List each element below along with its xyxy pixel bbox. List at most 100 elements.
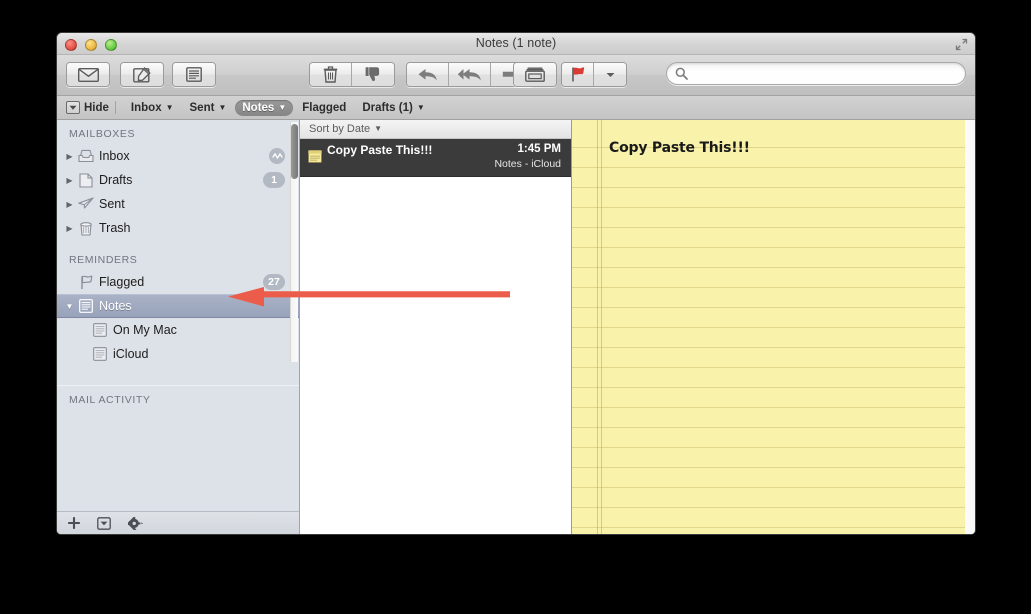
sent-plane-icon bbox=[76, 197, 96, 211]
chevron-down-icon: ▼ bbox=[218, 102, 227, 112]
note-lines-icon bbox=[90, 323, 110, 337]
fav-label-sent: Sent bbox=[189, 101, 215, 114]
delete-junk-group bbox=[309, 62, 395, 87]
sidebar-badge-flagged: 27 bbox=[263, 274, 285, 290]
yellow-note-icon bbox=[308, 150, 322, 163]
reply-all-button[interactable] bbox=[449, 63, 491, 86]
disclosure-triangle-icon[interactable]: ▶ bbox=[63, 152, 76, 161]
scrollbar-thumb[interactable] bbox=[291, 124, 298, 179]
junk-button[interactable] bbox=[352, 63, 394, 86]
toolbar bbox=[57, 55, 975, 96]
fav-item-notes[interactable]: Notes ▼ bbox=[235, 99, 294, 116]
search-field[interactable] bbox=[666, 62, 966, 85]
disclosure-triangle-icon[interactable]: ▶ bbox=[63, 224, 76, 233]
fullscreen-icon[interactable] bbox=[955, 38, 968, 51]
chevron-down-icon: ▼ bbox=[416, 102, 425, 112]
sidebar: MAILBOXES ▶ Inbox ▶ Drafts 1 ▶ Sent ▶ Tr… bbox=[57, 120, 300, 534]
delete-button[interactable] bbox=[310, 63, 352, 86]
sidebar-scroll-area: MAILBOXES ▶ Inbox ▶ Drafts 1 ▶ Sent ▶ Tr… bbox=[57, 120, 299, 511]
search-input[interactable] bbox=[692, 67, 955, 80]
note-body-text[interactable]: Copy Paste This!!! bbox=[609, 140, 750, 156]
flag-button[interactable] bbox=[562, 63, 594, 86]
sidebar-section-reminders: REMINDERS bbox=[69, 254, 138, 266]
sidebar-label-sent: Sent bbox=[99, 197, 125, 211]
fav-item-drafts[interactable]: Drafts (1) ▼ bbox=[355, 100, 431, 116]
reply-button[interactable] bbox=[407, 63, 449, 86]
fav-label-notes: Notes bbox=[242, 101, 275, 114]
flag-group bbox=[561, 62, 627, 87]
favorites-divider bbox=[114, 101, 116, 114]
sidebar-label-notes: Notes bbox=[99, 299, 132, 313]
note-lines-icon[interactable] bbox=[173, 63, 215, 86]
sidebar-label-flagged: Flagged bbox=[99, 275, 145, 289]
chevron-down-icon: ▼ bbox=[165, 102, 174, 112]
sidebar-item-drafts[interactable]: ▶ Drafts 1 bbox=[57, 168, 299, 192]
flag-outline-icon bbox=[76, 275, 96, 290]
sidebar-item-sent[interactable]: ▶ Sent bbox=[57, 192, 299, 216]
flag-dropdown-button[interactable] bbox=[594, 63, 626, 86]
fav-item-inbox[interactable]: Inbox ▼ bbox=[124, 100, 181, 116]
archive-box-icon[interactable] bbox=[514, 63, 556, 86]
sidebar-item-trash[interactable]: ▶ Trash bbox=[57, 216, 299, 240]
message-list-pane: Sort by Date ▼ Copy Paste This!!! 1:45 P… bbox=[300, 120, 572, 534]
sidebar-label-inbox: Inbox bbox=[99, 149, 130, 163]
sidebar-item-icloud[interactable]: iCloud bbox=[57, 342, 299, 366]
sidebar-badge-drafts: 1 bbox=[263, 172, 285, 188]
note-paper[interactable]: Copy Paste This!!! bbox=[572, 120, 965, 534]
note-margin-line-2 bbox=[601, 120, 602, 534]
drafts-page-icon bbox=[76, 172, 96, 188]
sidebar-label-trash: Trash bbox=[99, 221, 131, 235]
main-content: MAILBOXES ▶ Inbox ▶ Drafts 1 ▶ Sent ▶ Tr… bbox=[57, 120, 975, 534]
disclosure-spacer: ▶ bbox=[63, 278, 76, 287]
sidebar-scrollbar[interactable] bbox=[290, 122, 298, 362]
message-account: Notes - iCloud bbox=[494, 158, 561, 170]
fav-label-inbox: Inbox bbox=[130, 101, 162, 114]
chevron-down-icon: ▼ bbox=[374, 124, 383, 133]
get-mail-button[interactable] bbox=[66, 62, 110, 87]
sidebar-label-drafts: Drafts bbox=[99, 173, 133, 187]
sidebar-section-mailboxes: MAILBOXES bbox=[69, 128, 136, 140]
note-lines-icon bbox=[90, 347, 110, 361]
title-bar: Notes (1 note) bbox=[57, 33, 975, 55]
fav-label-drafts: Drafts (1) bbox=[362, 101, 413, 114]
disclosure-triangle-icon[interactable]: ▶ bbox=[63, 200, 76, 209]
disclosure-triangle-icon[interactable]: ▼ bbox=[63, 302, 76, 311]
message-title: Copy Paste This!!! bbox=[327, 143, 433, 157]
fav-item-sent[interactable]: Sent ▼ bbox=[183, 100, 234, 116]
sidebar-item-on-my-mac[interactable]: On My Mac bbox=[57, 318, 299, 342]
sidebar-item-flagged[interactable]: ▶ Flagged 27 bbox=[57, 270, 299, 294]
note-content-pane[interactable]: Copy Paste This!!! bbox=[572, 120, 975, 534]
archive-button[interactable] bbox=[513, 62, 557, 87]
note-lines-icon bbox=[76, 299, 96, 313]
settings-gear-button[interactable] bbox=[128, 516, 144, 530]
note-right-gutter bbox=[965, 120, 975, 534]
sidebar-label-on-my-mac: On My Mac bbox=[113, 323, 177, 337]
add-mailbox-button[interactable] bbox=[68, 517, 80, 529]
disclosure-triangle-icon[interactable]: ▶ bbox=[63, 176, 76, 185]
sidebar-bottom-toolbar bbox=[57, 511, 299, 534]
note-margin-line bbox=[597, 120, 598, 534]
note-button[interactable] bbox=[172, 62, 216, 87]
fav-item-flagged[interactable]: Flagged bbox=[295, 100, 353, 116]
fav-label-flagged: Flagged bbox=[302, 101, 347, 114]
mailbox-actions-button[interactable] bbox=[97, 516, 111, 530]
mail-app-window: Notes (1 note) Hide Inbox ▼ Sent ▼ Notes… bbox=[56, 32, 976, 535]
hide-box-icon[interactable] bbox=[66, 101, 80, 114]
chevron-down-icon: ▼ bbox=[278, 102, 287, 112]
message-time: 1:45 PM bbox=[517, 143, 561, 155]
sync-activity-icon bbox=[269, 148, 285, 164]
table-row[interactable]: Copy Paste This!!! 1:45 PM Notes - iClou… bbox=[300, 139, 571, 177]
window-title: Notes (1 note) bbox=[475, 36, 557, 50]
favorites-bar: Hide Inbox ▼ Sent ▼ Notes ▼ Flagged Draf… bbox=[57, 96, 975, 120]
sort-label: Sort by Date bbox=[309, 123, 371, 135]
sidebar-item-notes[interactable]: ▼ Notes bbox=[57, 294, 299, 318]
compose-pencil-icon[interactable] bbox=[121, 63, 163, 86]
sidebar-label-icloud: iCloud bbox=[113, 347, 149, 361]
sidebar-item-inbox[interactable]: ▶ Inbox bbox=[57, 144, 299, 168]
hide-label[interactable]: Hide bbox=[84, 102, 109, 114]
sort-bar[interactable]: Sort by Date ▼ bbox=[300, 120, 571, 139]
compose-button[interactable] bbox=[120, 62, 164, 87]
inbox-tray-icon bbox=[76, 149, 96, 163]
trash-can-icon bbox=[76, 221, 96, 236]
envelope-icon[interactable] bbox=[67, 63, 109, 86]
